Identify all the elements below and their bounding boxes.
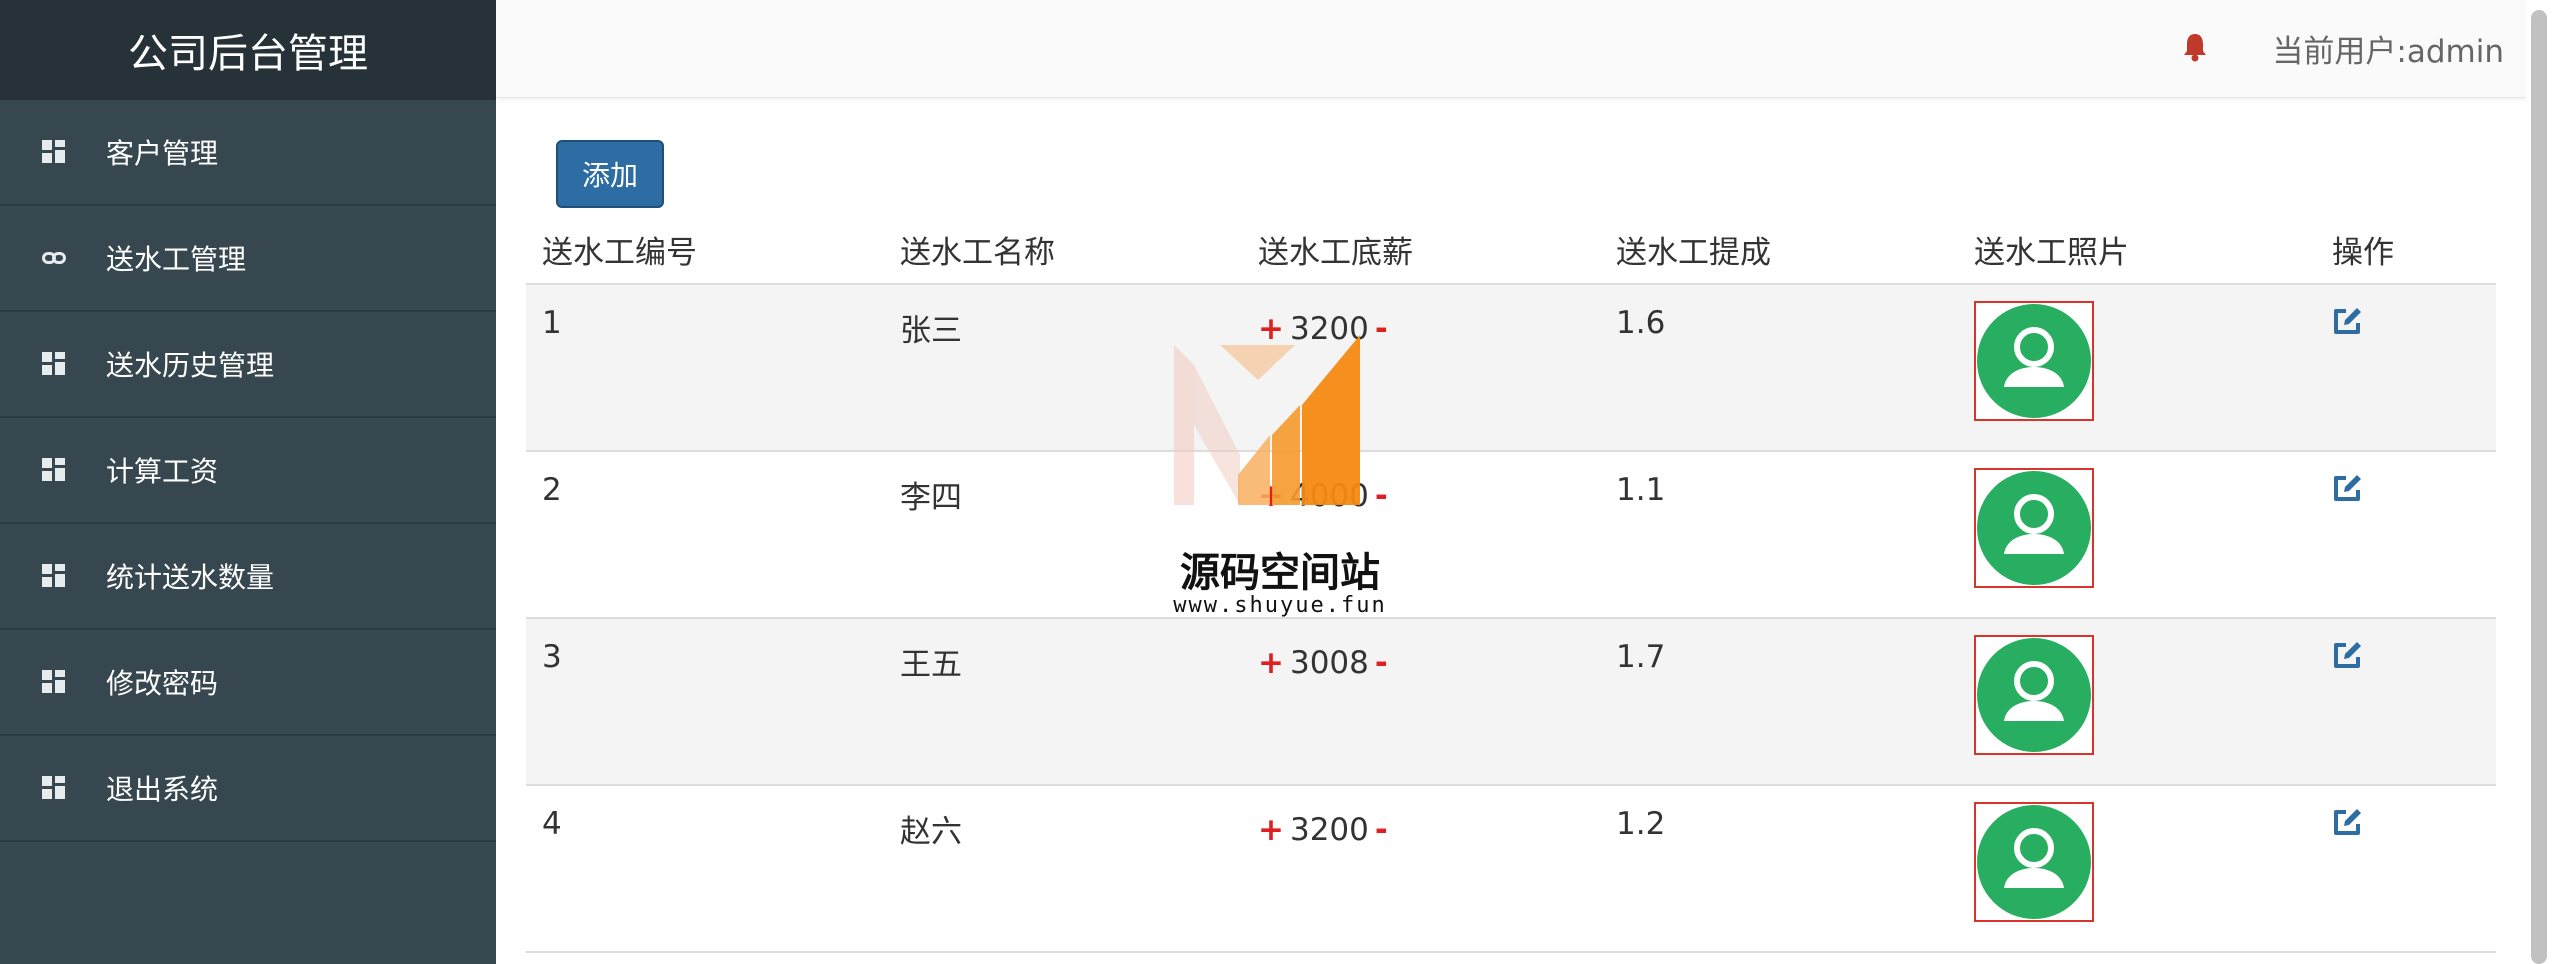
worker-photo-cell (1958, 785, 2316, 952)
sidebar-menu: 客户管理 送水工管理 送水历史管理 计算工资 统计送水数量 修改密码 退出系统 (0, 100, 496, 842)
dashboard-grid-icon (42, 352, 66, 376)
worker-photo (1974, 802, 2094, 922)
worker-actions-cell (2316, 785, 2496, 952)
worker-photo (1974, 301, 2094, 421)
worker-name: 赵六 (900, 814, 962, 850)
worker-actions-cell (2316, 284, 2496, 451)
top-header: 当前用户:admin (496, 0, 2526, 98)
salary-decrease-button[interactable]: - (1375, 812, 1388, 848)
user-avatar-icon (1977, 805, 2091, 919)
sidebar-item-label: 送水工管理 (106, 243, 247, 276)
edit-icon[interactable] (2332, 305, 2364, 337)
worker-salary-cell: +3200- (1242, 284, 1600, 451)
worker-salary: 3200 (1289, 311, 1369, 347)
water-worker-table: 送水工编号 送水工名称 送水工底薪 送水工提成 送水工照片 操作 1 张三 +3… (526, 216, 2496, 953)
salary-increase-button[interactable]: + (1258, 311, 1284, 347)
sidebar-item-label: 退出系统 (106, 773, 219, 806)
column-header-name: 送水工名称 (884, 216, 1242, 285)
sidebar-item-customer[interactable]: 客户管理 (0, 100, 496, 206)
sidebar-item-water-worker[interactable]: 送水工管理 (0, 206, 496, 312)
salary-increase-button[interactable]: + (1258, 645, 1284, 681)
worker-photo-cell (1958, 618, 2316, 785)
sidebar-item-history[interactable]: 送水历史管理 (0, 312, 496, 418)
dashboard-grid-icon (42, 670, 66, 694)
current-user-label: 当前用户:admin (2272, 34, 2504, 70)
sidebar-item-statistics[interactable]: 统计送水数量 (0, 524, 496, 630)
worker-commission: 1.1 (1616, 472, 1666, 508)
column-header-photo: 送水工照片 (1958, 216, 2316, 285)
salary-increase-button[interactable]: + (1258, 812, 1284, 848)
sidebar-item-password[interactable]: 修改密码 (0, 630, 496, 736)
bell-icon[interactable] (2182, 32, 2208, 62)
salary-decrease-button[interactable]: - (1375, 645, 1388, 681)
worker-commission: 1.7 (1616, 639, 1666, 675)
table-row: 3 王五 +3008- 1.7 (526, 618, 2496, 785)
sidebar-item-salary[interactable]: 计算工资 (0, 418, 496, 524)
dashboard-grid-icon (42, 564, 66, 588)
link-icon (42, 246, 66, 270)
worker-id: 2 (542, 472, 562, 508)
dashboard-grid-icon (42, 140, 66, 164)
worker-id: 1 (542, 305, 562, 341)
worker-id: 4 (542, 806, 562, 842)
sidebar-item-label: 送水历史管理 (106, 349, 275, 382)
sidebar-item-label: 计算工资 (106, 455, 219, 488)
salary-decrease-button[interactable]: - (1375, 311, 1388, 347)
sidebar-item-label: 客户管理 (106, 137, 219, 170)
worker-salary: 3200 (1289, 812, 1369, 848)
user-avatar-icon (1977, 304, 2091, 418)
dashboard-grid-icon (42, 458, 66, 482)
column-header-actions: 操作 (2316, 216, 2496, 285)
worker-name: 王五 (900, 647, 962, 683)
worker-photo (1974, 468, 2094, 588)
sidebar: 公司后台管理 客户管理 送水工管理 送水历史管理 计算工资 统计送水数量 修改密… (0, 0, 496, 964)
dashboard-grid-icon (42, 776, 66, 800)
worker-commission: 1.2 (1616, 806, 1666, 842)
worker-commission: 1.6 (1616, 305, 1666, 341)
worker-name: 张三 (900, 313, 962, 349)
add-button[interactable]: 添加 (556, 140, 664, 208)
user-avatar-icon (1977, 471, 2091, 585)
table-row: 2 李四 +4000- 1.1 (526, 451, 2496, 618)
sidebar-item-label: 修改密码 (106, 667, 219, 700)
worker-photo (1974, 635, 2094, 755)
worker-salary-cell: +3008- (1242, 618, 1600, 785)
worker-photo-cell (1958, 284, 2316, 451)
sidebar-item-label: 统计送水数量 (106, 561, 275, 594)
user-avatar-icon (1977, 638, 2091, 752)
salary-decrease-button[interactable]: - (1375, 478, 1388, 514)
column-header-id: 送水工编号 (526, 216, 884, 285)
app-root: 公司后台管理 客户管理 送水工管理 送水历史管理 计算工资 统计送水数量 修改密… (0, 0, 2554, 964)
worker-photo-cell (1958, 451, 2316, 618)
edit-icon[interactable] (2332, 472, 2364, 504)
worker-salary: 3008 (1289, 645, 1369, 681)
column-header-commission: 送水工提成 (1600, 216, 1958, 285)
column-header-salary: 送水工底薪 (1242, 216, 1600, 285)
worker-salary: 4000 (1289, 478, 1369, 514)
worker-actions-cell (2316, 451, 2496, 618)
edit-icon[interactable] (2332, 806, 2364, 838)
salary-increase-button[interactable]: + (1258, 478, 1284, 514)
worker-name: 李四 (900, 480, 962, 516)
worker-salary-cell: +4000- (1242, 451, 1600, 618)
table-row: 1 张三 +3200- 1.6 (526, 284, 2496, 451)
scrollbar-thumb[interactable] (2531, 10, 2547, 964)
table-header-row: 送水工编号 送水工名称 送水工底薪 送水工提成 送水工照片 操作 (526, 216, 2496, 285)
app-title: 公司后台管理 (0, 0, 496, 100)
edit-icon[interactable] (2332, 639, 2364, 671)
sidebar-item-logout[interactable]: 退出系统 (0, 736, 496, 842)
worker-salary-cell: +3200- (1242, 785, 1600, 952)
worker-id: 3 (542, 639, 562, 675)
table-row: 4 赵六 +3200- 1.2 (526, 785, 2496, 952)
worker-actions-cell (2316, 618, 2496, 785)
